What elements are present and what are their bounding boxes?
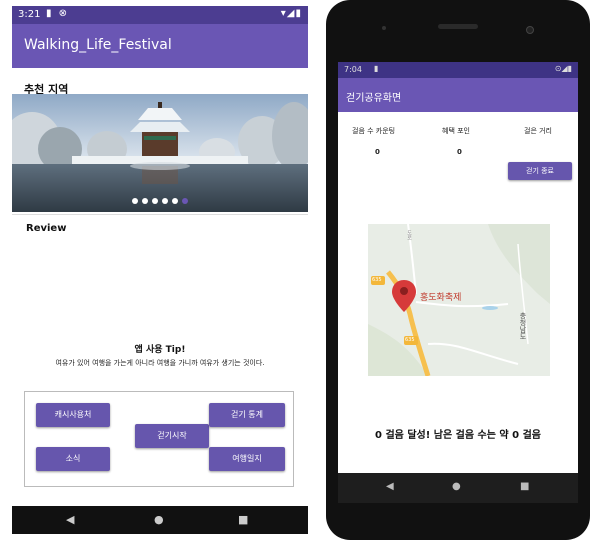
- travel-diary-button[interactable]: 여행일지: [209, 447, 285, 471]
- recent-apps-icon[interactable]: ■: [520, 481, 529, 492]
- notification-icons: ▮ ⊗: [46, 8, 70, 19]
- navigation-bar: ◀ ● ■: [338, 473, 578, 503]
- carousel-dot[interactable]: [172, 198, 178, 204]
- status-time: 7:04: [344, 65, 362, 74]
- status-time: 3:21: [18, 9, 41, 20]
- walk-end-button[interactable]: 걷기 종료: [508, 162, 572, 180]
- navigation-bar: ◀ ● ■: [12, 506, 308, 534]
- right-phone: 7:04 ▮ ⊙◢▮ 걷기공유화면 걸음 수 카운팅 0 혜택 포인 0 걸은 …: [326, 0, 590, 540]
- review-title: Review: [26, 223, 67, 234]
- benefit-point-label: 혜택 포인: [442, 127, 470, 135]
- speaker-grille: [438, 24, 478, 29]
- app-bar: 걷기공유화면: [338, 78, 578, 112]
- divider: [12, 214, 308, 215]
- carousel-dot[interactable]: [142, 198, 148, 204]
- app-bar: Walking_Life_Festival: [12, 24, 308, 68]
- benefit-point-value: 0: [457, 148, 462, 156]
- road-name-label: 도로: [406, 230, 412, 240]
- place-label: 홍도화축제: [420, 293, 462, 303]
- carousel-dot[interactable]: [132, 198, 138, 204]
- camera-icon: [526, 26, 534, 34]
- region-label: 충청남도: [519, 312, 527, 340]
- menu-button-panel: 캐시사용처 걷기시작 걷기 통계 소식 여행일지: [24, 391, 294, 487]
- home-icon[interactable]: ●: [154, 513, 164, 526]
- app-title: Walking_Life_Festival: [24, 37, 172, 53]
- walked-distance-label: 걸은 거리: [524, 127, 552, 135]
- tip-title: 앱 사용 Tip!: [134, 345, 186, 355]
- tip-text: 여유가 있어 여행을 가는게 아니라 여행을 가니까 여유가 생기는 것이다.: [55, 359, 265, 367]
- status-bar: 7:04 ▮ ⊙◢▮: [338, 62, 578, 78]
- right-phone-screen: 7:04 ▮ ⊙◢▮ 걷기공유화면 걸음 수 카운팅 0 혜택 포인 0 걸은 …: [338, 62, 578, 473]
- news-button[interactable]: 소식: [36, 447, 110, 471]
- pavilion-photo: [12, 94, 308, 212]
- steps-count-value: 0: [375, 148, 380, 156]
- signal-battery-icon: ⊙◢▮: [554, 64, 572, 73]
- steps-achieved-value: 0: [375, 430, 382, 441]
- notification-icons: ▮: [374, 64, 379, 73]
- steps-unit: 걸음: [522, 430, 541, 441]
- back-icon[interactable]: ◀: [66, 513, 74, 526]
- recent-apps-icon[interactable]: ■: [238, 513, 248, 526]
- road-number-label: 635: [405, 337, 415, 343]
- carousel-dot[interactable]: [152, 198, 158, 204]
- map-view[interactable]: 635 635 홍도화축제 충청남도 도로: [368, 224, 550, 376]
- remaining-steps-value: 0: [512, 430, 520, 441]
- cash-usage-button[interactable]: 캐시사용처: [36, 403, 110, 427]
- home-icon[interactable]: ●: [452, 481, 461, 492]
- steps-count-label: 걸음 수 카운팅: [352, 127, 396, 135]
- recommended-region-carousel[interactable]: [12, 94, 308, 212]
- left-phone-screen: 3:21 ▮ ⊗ ▾◢▮ Walking_Life_Festival 추천 지역: [12, 6, 308, 534]
- signal-battery-icon: ▾◢▮: [280, 8, 302, 19]
- carousel-dot-active[interactable]: [182, 198, 188, 204]
- status-bar: 3:21 ▮ ⊗ ▾◢▮: [12, 6, 308, 24]
- walk-start-button[interactable]: 걷기시작: [135, 424, 209, 448]
- steps-achieved-text: 걸음 달성! 남은 걸음 수는 약: [385, 430, 509, 441]
- sensor-dot: [382, 26, 386, 30]
- carousel-dot[interactable]: [162, 198, 168, 204]
- road-number-label: 635: [372, 277, 382, 283]
- walk-stats-button[interactable]: 걷기 통계: [209, 403, 285, 427]
- app-title: 걷기공유화면: [346, 93, 402, 104]
- step-result-text: 0 걸음 달성! 남은 걸음 수는 약 0 걸음: [338, 426, 578, 441]
- back-icon[interactable]: ◀: [386, 481, 394, 492]
